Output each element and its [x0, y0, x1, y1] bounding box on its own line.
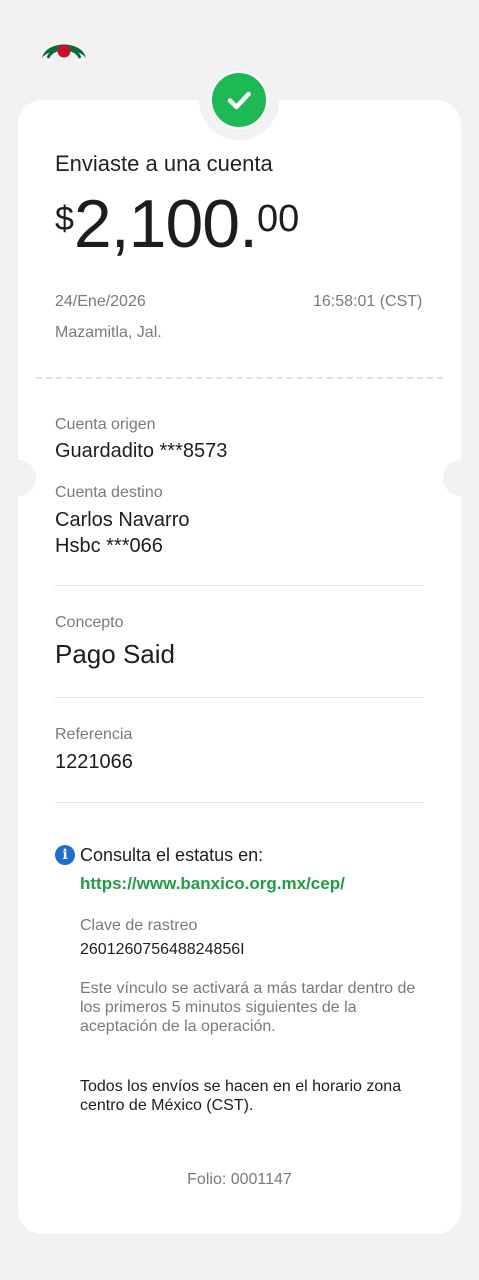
activation-note: Este vínculo se activará a más tardar de… [80, 980, 416, 1035]
ticket-notch-right [443, 460, 479, 496]
destination-account: Hsbc ***066 [55, 535, 163, 557]
reference-label: Referencia [55, 726, 133, 743]
divider [55, 585, 424, 586]
bank-logo [40, 34, 88, 62]
destination-label: Cuenta destino [55, 484, 163, 501]
banxico-link[interactable]: https://www.banxico.org.mx/cep/ [80, 874, 345, 894]
checkmark-icon [210, 71, 268, 129]
tracking-value: 260126075648824856I [80, 941, 245, 958]
amount-currency: $ [55, 200, 74, 238]
info-icon: i [55, 845, 75, 865]
concept-label: Concepto [55, 614, 124, 631]
transfer-amount: $2,100.00 [55, 190, 299, 258]
transfer-location: Mazamitla, Jal. [55, 324, 162, 341]
ticket-divider [36, 377, 443, 379]
destination-name: Carlos Navarro [55, 509, 190, 531]
receipt-title: Enviaste a una cuenta [55, 151, 273, 176]
success-badge [199, 60, 279, 140]
transfer-time: 16:58:01 (CST) [313, 293, 423, 310]
concept-value: Pago Said [55, 639, 175, 669]
reference-value: 1221066 [55, 751, 133, 773]
amount-integer: 2,100. [73, 186, 258, 262]
timezone-note: Todos los envíos se hacen en el horario … [80, 1078, 402, 1114]
divider [55, 697, 424, 698]
status-heading: Consulta el estatus en: [80, 845, 264, 865]
amount-decimals: 00 [256, 198, 300, 240]
transfer-date: 24/Ene/2026 [55, 293, 146, 310]
origin-value: Guardadito ***8573 [55, 440, 228, 462]
ticket-notch-left [0, 460, 36, 496]
divider [55, 802, 424, 803]
origin-label: Cuenta origen [55, 416, 156, 433]
folio-number: Folio: 0001147 [187, 1171, 292, 1188]
tracking-label: Clave de rastreo [80, 917, 198, 934]
